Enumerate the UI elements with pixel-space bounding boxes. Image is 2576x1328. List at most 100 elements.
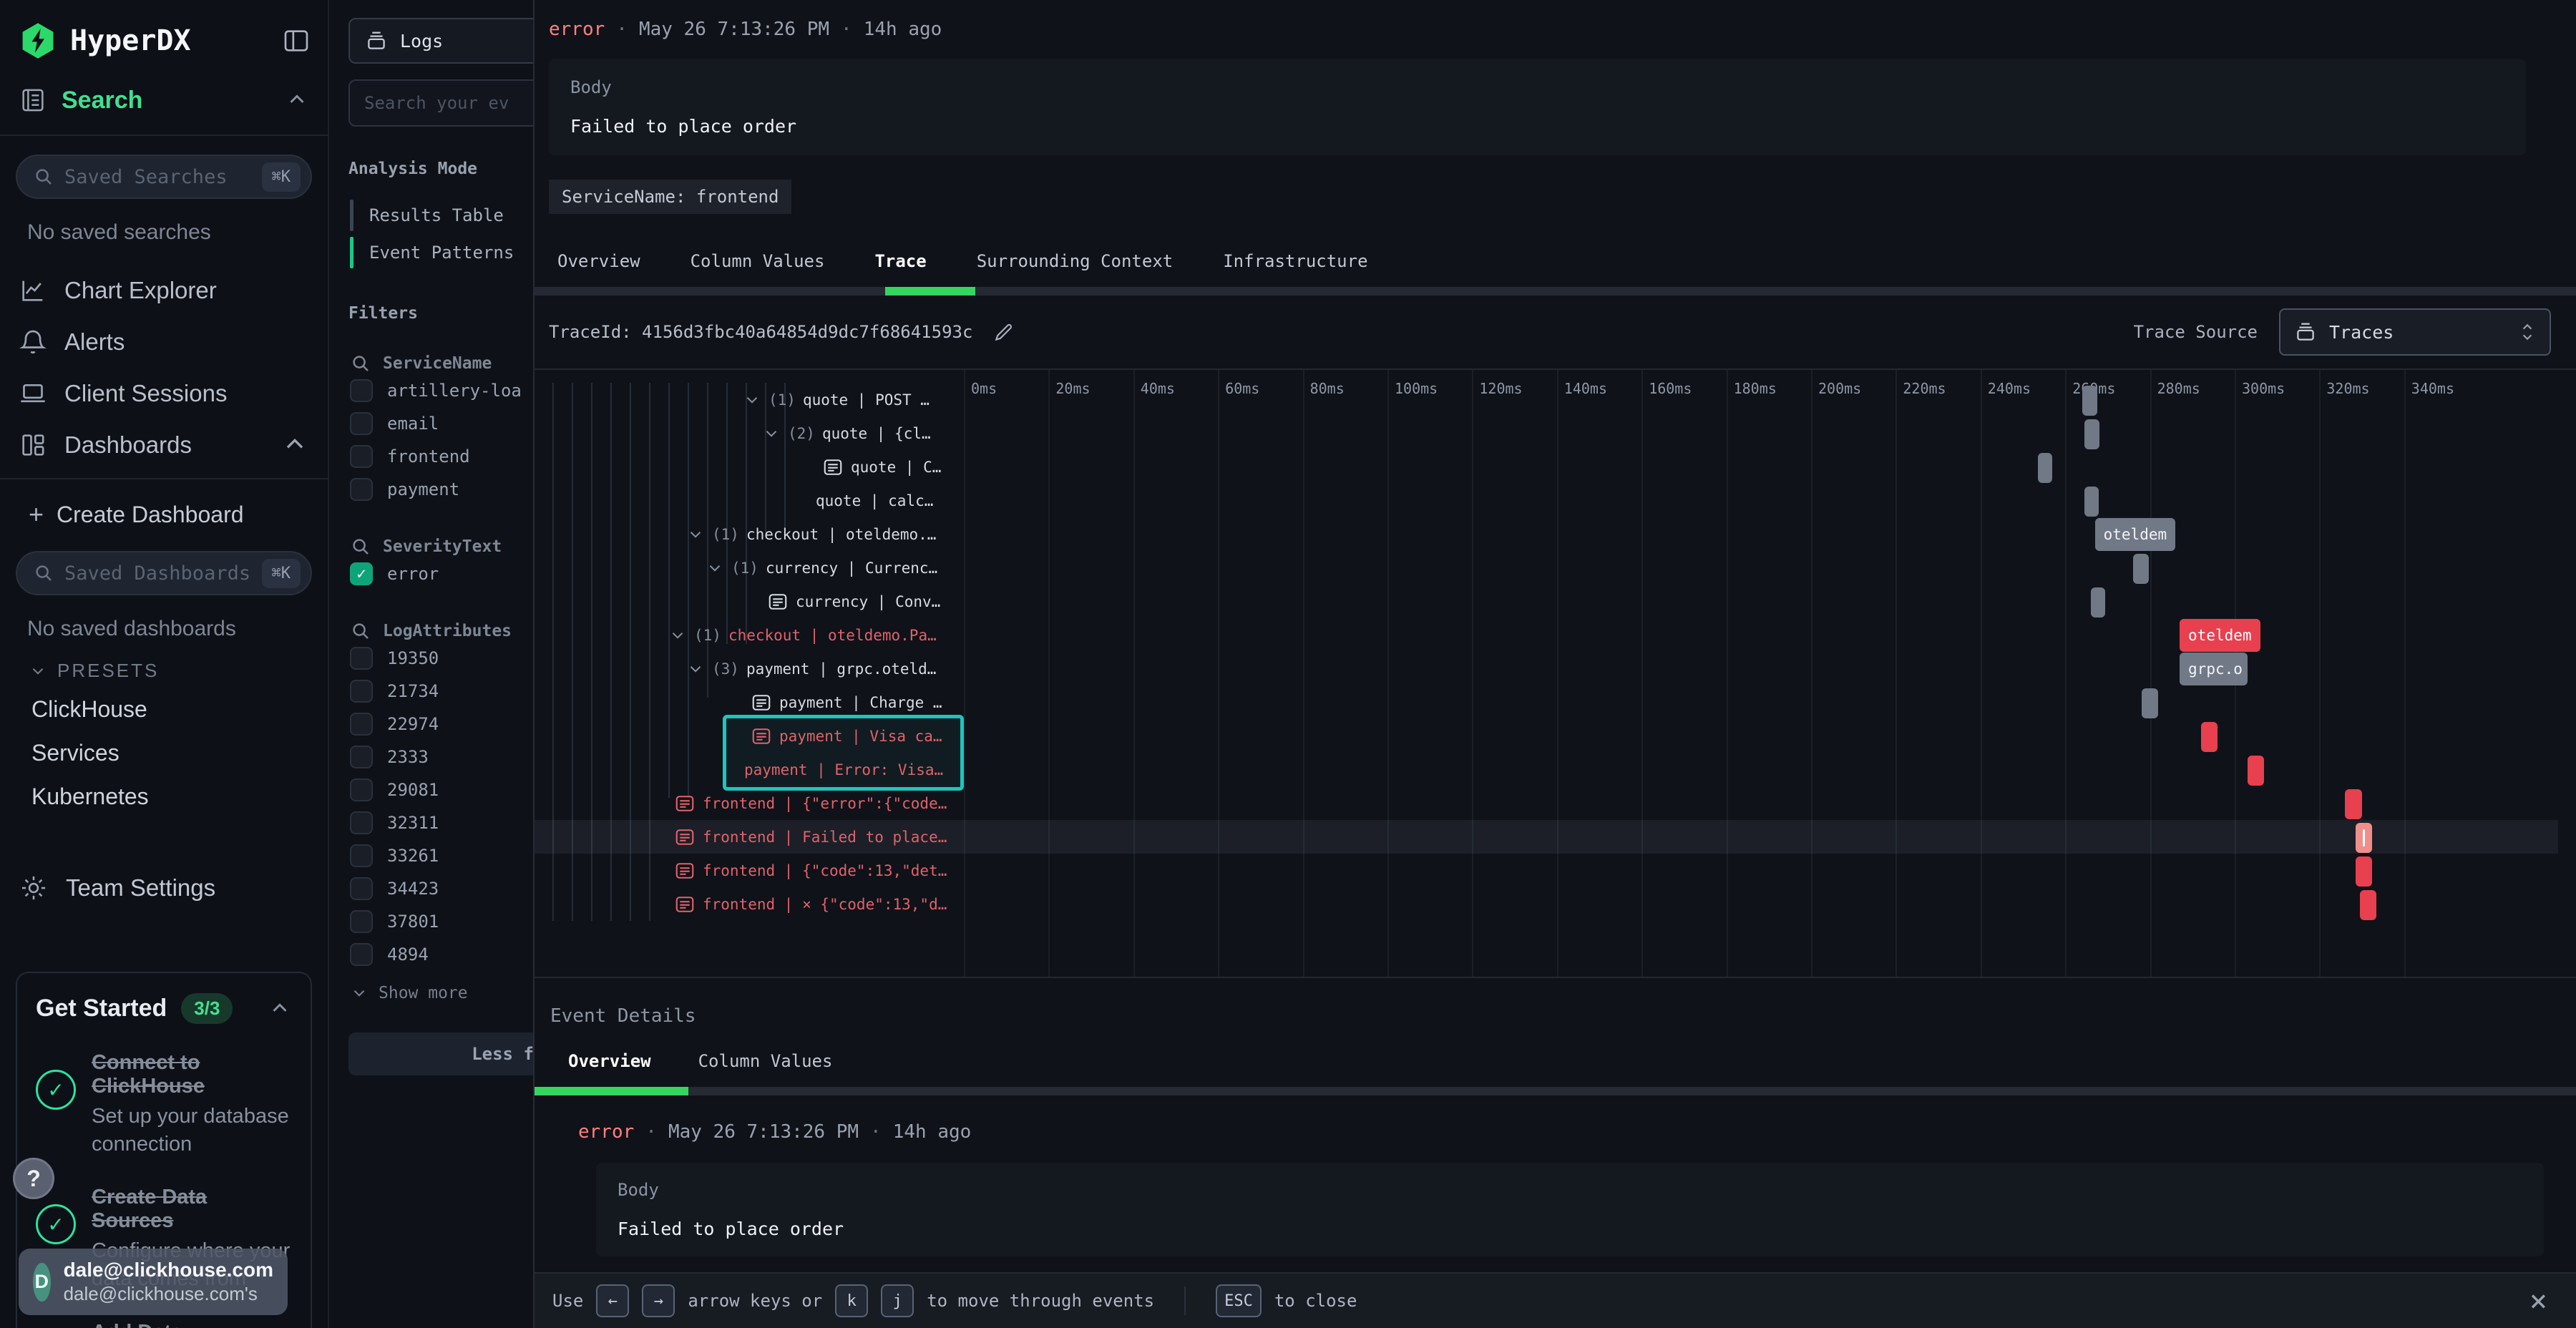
span-bar[interactable] (2142, 688, 2159, 718)
filter-option-2333[interactable]: 2333 (350, 741, 533, 773)
event-search-input[interactable]: Search your ev (348, 79, 533, 127)
span-bar[interactable] (2201, 722, 2218, 752)
span-bar[interactable] (2084, 419, 2099, 449)
span-label[interactable]: payment | Visa ca… (535, 719, 964, 753)
span-row[interactable]: (3)payment | grpc.oteld… grpc.o (535, 652, 2558, 685)
span-row[interactable]: (1)currency | Currenc… (535, 551, 2558, 585)
show-more-button[interactable]: Show more (350, 984, 533, 1002)
span-label[interactable]: (1)checkout | oteldemo.… (535, 517, 964, 551)
chevron-up-icon[interactable] (285, 88, 309, 112)
analysis-mode-results-table[interactable]: Results Table (350, 197, 533, 234)
checkbox[interactable] (350, 445, 373, 468)
span-bar[interactable] (2084, 487, 2099, 517)
filter-option-21734[interactable]: 21734 (350, 675, 533, 708)
span-bar[interactable] (2356, 856, 2373, 887)
checkbox[interactable] (350, 844, 373, 867)
chevron-down-icon[interactable] (743, 391, 761, 409)
filter-option-payment[interactable]: payment (350, 473, 533, 506)
span-label[interactable]: (1)checkout | oteldemo.Pa… (535, 618, 964, 652)
span-row[interactable]: (1)quote | POST … (535, 383, 2558, 416)
span-bar[interactable] (2360, 890, 2377, 920)
filter-option-4894[interactable]: 4894 (350, 938, 533, 971)
span-bar[interactable]: oteldem (2095, 518, 2175, 551)
span-bar[interactable] (2356, 823, 2373, 853)
tab-surrounding-context[interactable]: Surrounding Context (977, 251, 1174, 287)
chevron-down-icon[interactable] (706, 559, 724, 577)
span-bar[interactable] (2248, 756, 2265, 786)
user-menu[interactable]: D dale@clickhouse.com dale@clickhouse.co… (19, 1249, 288, 1315)
span-label[interactable]: currency | Conv… (535, 585, 964, 618)
log-row[interactable]: payment | Visa ca… (535, 719, 2558, 753)
collapse-sidebar-icon[interactable] (282, 26, 311, 55)
help-button[interactable]: ? (13, 1158, 54, 1199)
analysis-mode-event-patterns[interactable]: Event Patterns (350, 234, 533, 271)
less-filters-button[interactable]: Less fil (348, 1032, 533, 1075)
chevron-down-icon[interactable] (668, 626, 687, 645)
chevron-down-icon[interactable] (686, 660, 705, 678)
span-row[interactable]: (1)checkout | oteldemo.… oteldem (535, 517, 2558, 551)
filter-option-frontend[interactable]: frontend (350, 440, 533, 473)
span-bar[interactable] (2038, 453, 2052, 483)
log-row[interactable]: quote | C… (535, 450, 2558, 484)
filter-option-33261[interactable]: 33261 (350, 839, 533, 872)
log-row[interactable]: payment | Charge … (535, 685, 2558, 719)
span-bar[interactable] (2133, 554, 2149, 584)
saved-dashboards-input[interactable]: Saved Dashboards ⌘K (16, 551, 312, 595)
chevron-up-icon[interactable] (268, 997, 292, 1021)
presets-toggle[interactable]: PRESETS (29, 660, 328, 682)
filter-option-email[interactable]: email (350, 407, 533, 440)
preset-services[interactable]: Services (0, 731, 328, 775)
checkbox[interactable] (350, 713, 373, 736)
service-name-tag[interactable]: ServiceName: frontend (549, 180, 791, 214)
chevron-up-icon[interactable] (280, 431, 309, 459)
span-label[interactable]: (1)currency | Currenc… (535, 551, 964, 585)
span-row[interactable]: payment | Error: Visa… (535, 753, 2558, 786)
span-label[interactable]: quote | calc… (535, 484, 964, 517)
span-label[interactable]: payment | Charge … (535, 685, 964, 719)
get-started-item[interactable]: ✓Add DataStart sending logs, metrics, or… (36, 1321, 292, 1328)
preset-clickhouse[interactable]: ClickHouse (0, 688, 328, 731)
checkbox[interactable] (350, 379, 373, 402)
search-icon[interactable] (350, 353, 371, 374)
filter-option-29081[interactable]: 29081 (350, 773, 533, 806)
span-bar[interactable] (2345, 789, 2362, 819)
log-row[interactable]: frontend | {"code":13,"det… (535, 854, 2558, 887)
close-icon[interactable]: × (2529, 1286, 2547, 1316)
source-selector-button[interactable]: Logs (348, 18, 533, 64)
span-row[interactable]: (1)checkout | oteldemo.Pa… oteldem (535, 618, 2558, 652)
log-row[interactable]: currency | Conv… (535, 585, 2558, 618)
chevron-down-icon[interactable] (762, 424, 781, 443)
filter-option-error[interactable]: ✓error (350, 557, 533, 590)
span-label[interactable]: quote | C… (535, 450, 964, 484)
span-bar[interactable] (2091, 587, 2105, 617)
span-label[interactable]: frontend | {"error":{"code… (535, 786, 964, 820)
span-bar[interactable]: grpc.o (2180, 653, 2248, 685)
sidebar-item-dashboards[interactable]: Dashboards (0, 419, 328, 471)
checkbox[interactable] (350, 811, 373, 834)
saved-searches-input[interactable]: Saved Searches ⌘K (16, 155, 312, 199)
span-label[interactable]: frontend | × {"code":13,"d… (535, 887, 964, 921)
checkbox[interactable] (350, 412, 373, 435)
filter-option-37801[interactable]: 37801 (350, 905, 533, 938)
checkbox[interactable]: ✓ (350, 562, 373, 585)
checkbox[interactable] (350, 910, 373, 933)
span-bar[interactable]: oteldem (2180, 619, 2260, 652)
span-label[interactable]: (3)payment | grpc.oteld… (535, 652, 964, 685)
span-label[interactable]: payment | Error: Visa… (535, 753, 964, 786)
search-icon[interactable] (350, 620, 371, 642)
event-details-tab-overview[interactable]: Overview (568, 1051, 651, 1087)
log-row[interactable]: frontend | × {"code":13,"d… (535, 887, 2558, 921)
filter-option-19350[interactable]: 19350 (350, 642, 533, 675)
preset-kubernetes[interactable]: Kubernetes (0, 775, 328, 819)
log-row[interactable]: frontend | Failed to place… (535, 820, 2558, 854)
checkbox[interactable] (350, 778, 373, 801)
checkbox[interactable] (350, 680, 373, 703)
filter-option-22974[interactable]: 22974 (350, 708, 533, 741)
span-label[interactable]: frontend | Failed to place… (535, 820, 964, 854)
span-row[interactable]: (2)quote | {cl… (535, 416, 2558, 450)
filter-option-32311[interactable]: 32311 (350, 806, 533, 839)
span-label[interactable]: (1)quote | POST … (535, 383, 964, 416)
sidebar-item-chart-explorer[interactable]: Chart Explorer (0, 265, 328, 316)
span-row[interactable]: quote | calc… (535, 484, 2558, 517)
sidebar-item-team-settings[interactable]: Team Settings (0, 861, 328, 914)
